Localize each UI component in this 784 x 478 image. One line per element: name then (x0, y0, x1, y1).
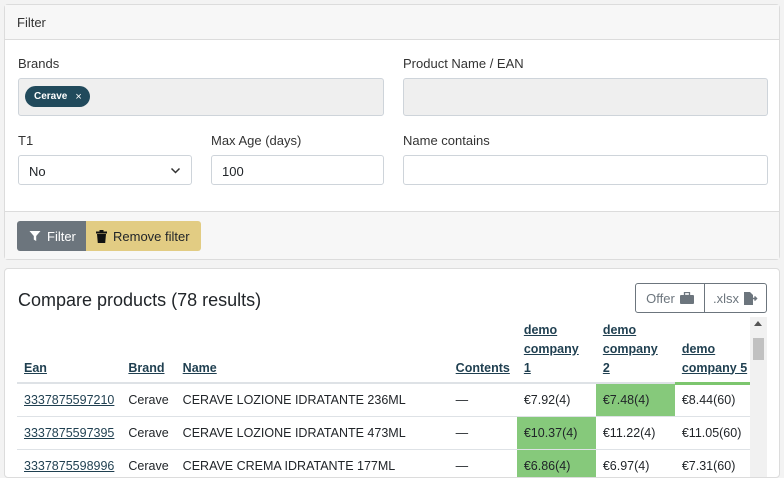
offer-button[interactable]: Offer (635, 283, 705, 313)
price-cell-company-2: €7.48(4) (595, 383, 675, 417)
name-contains-input[interactable] (403, 155, 768, 185)
price-cell-company-1: €7.92(4) (516, 383, 596, 417)
brand-chip-label: Cerave (34, 91, 68, 102)
contents-cell: — (448, 416, 517, 450)
price-cell-company-1: €6.86(4) (516, 449, 596, 477)
brands-select[interactable]: Cerave × (18, 78, 384, 116)
col-company-5[interactable]: demo company 5 (674, 317, 756, 385)
col-company-1-link[interactable]: demo company 1 (524, 323, 579, 375)
price-cell-company-2: €11.22(4) (595, 416, 675, 450)
max-age-input[interactable]: 100 (211, 155, 384, 185)
chevron-down-icon (170, 167, 181, 174)
col-brand[interactable]: Brand (121, 317, 176, 384)
price-cell-company-5: €11.05(60) (674, 416, 756, 450)
col-company-1[interactable]: demo company 1 (516, 317, 596, 384)
name-cell: CERAVE LOZIONE IDRATANTE 236ML (175, 383, 449, 417)
t1-select[interactable]: No (18, 155, 192, 185)
table-header-row: Ean Brand Name Contents demo company 1 d… (17, 317, 756, 385)
brand-cell: Cerave (121, 449, 176, 477)
col-company-2[interactable]: demo company 2 (595, 317, 675, 384)
scroll-up-icon[interactable] (754, 321, 762, 326)
xlsx-export-button[interactable]: .xlsx (704, 283, 767, 313)
filter-button[interactable]: Filter (17, 221, 87, 251)
col-name-link[interactable]: Name (183, 361, 217, 375)
t1-label: T1 (18, 133, 34, 148)
brand-cell: Cerave (121, 383, 176, 417)
briefcase-icon (679, 292, 694, 304)
name-cell: CERAVE LOZIONE IDRATANTE 473ML (175, 416, 449, 450)
col-company-5-link[interactable]: demo company 5 (682, 342, 747, 375)
product-name-label: Product Name / EAN (403, 56, 524, 71)
col-ean-link[interactable]: Ean (24, 361, 47, 375)
price-cell-company-5: €8.44(60) (674, 383, 756, 417)
compare-table: Ean Brand Name Contents demo company 1 d… (17, 317, 756, 477)
chip-remove-icon[interactable]: × (75, 91, 81, 103)
max-age-label: Max Age (days) (211, 133, 302, 148)
ean-cell[interactable]: 3337875597395 (17, 416, 122, 450)
col-name[interactable]: Name (175, 317, 449, 384)
offer-button-label: Offer (646, 290, 675, 306)
xlsx-button-label: .xlsx (713, 290, 739, 306)
col-contents-link[interactable]: Contents (456, 361, 510, 375)
table-scrollbar[interactable] (750, 317, 767, 477)
name-cell: CERAVE CREMA IDRATANTE 177ML (175, 449, 449, 477)
brand-cell: Cerave (121, 416, 176, 450)
brand-chip[interactable]: Cerave × (25, 86, 90, 107)
table-row: 3337875597210 Cerave CERAVE LOZIONE IDRA… (17, 383, 756, 417)
filter-header: Filter (5, 5, 779, 40)
price-cell-company-2: €6.97(4) (595, 449, 675, 477)
remove-filter-label: Remove filter (113, 228, 190, 244)
col-brand-link[interactable]: Brand (128, 361, 164, 375)
ean-cell[interactable]: 3337875598996 (17, 449, 122, 477)
ean-cell[interactable]: 3337875597210 (17, 383, 122, 417)
compare-title: Compare products (78 results) (18, 290, 262, 310)
contents-cell: — (448, 383, 517, 417)
filter-card: Filter Brands Cerave × Product Name / EA… (4, 4, 780, 260)
remove-filter-button[interactable]: Remove filter (86, 221, 201, 251)
col-contents[interactable]: Contents (448, 317, 517, 384)
table-row: 3337875598996 Cerave CERAVE CREMA IDRATA… (17, 449, 756, 477)
col-company-2-link[interactable]: demo company 2 (603, 323, 658, 375)
max-age-value: 100 (222, 164, 244, 179)
t1-value: No (29, 164, 46, 179)
contents-cell: — (448, 449, 517, 477)
price-cell-company-1: €10.37(4) (516, 416, 596, 450)
name-contains-label: Name contains (403, 133, 490, 148)
compare-card: Compare products (78 results) Offer .xls… (4, 268, 780, 478)
scrollbar-thumb[interactable] (753, 338, 764, 360)
product-name-input[interactable] (403, 78, 768, 116)
price-cell-company-5: €7.31(60) (674, 449, 756, 477)
col-ean[interactable]: Ean (17, 317, 122, 384)
file-export-icon (744, 291, 758, 305)
brands-label: Brands (18, 56, 60, 71)
filter-footer: Filter Remove filter (5, 211, 779, 259)
table-row: 3337875597395 Cerave CERAVE LOZIONE IDRA… (17, 416, 756, 450)
funnel-icon (29, 231, 41, 241)
trash-icon (96, 229, 107, 243)
filter-button-label: Filter (47, 228, 76, 244)
